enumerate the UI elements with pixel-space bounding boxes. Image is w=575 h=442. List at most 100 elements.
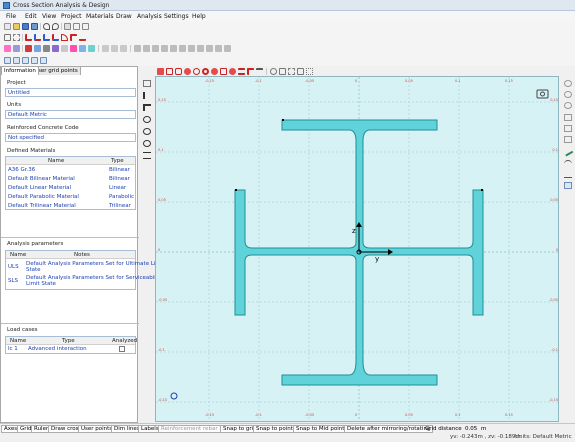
- select-tool-icon[interactable]: [4, 45, 11, 52]
- menu-draw[interactable]: Draw: [116, 13, 132, 20]
- materials-col-type[interactable]: Type: [111, 158, 124, 164]
- line-draw-icon[interactable]: [562, 146, 574, 157]
- analysis-export-icon[interactable]: [31, 57, 38, 64]
- camera-icon[interactable]: [536, 89, 549, 99]
- color-tool-icon[interactable]: [70, 45, 77, 52]
- trim-tool-icon[interactable]: [111, 45, 118, 52]
- report-tool-icon[interactable]: [224, 45, 231, 52]
- snap-to-mid-points-toggle[interactable]: Snap to Mid points: [293, 425, 351, 433]
- loads-col-analyzed[interactable]: Analyzed: [112, 338, 137, 344]
- array-tool-icon[interactable]: [43, 45, 50, 52]
- redo-icon[interactable]: [52, 23, 59, 30]
- camera-icon[interactable]: [536, 89, 549, 99]
- undo-icon[interactable]: [43, 23, 50, 30]
- mirror-tool-icon[interactable]: [88, 45, 95, 52]
- pan-icon[interactable]: [143, 104, 151, 111]
- hole-tool-icon[interactable]: [143, 45, 150, 52]
- mirror-h-icon[interactable]: [564, 114, 572, 121]
- save-icon[interactable]: [22, 23, 29, 30]
- offset-tool-icon[interactable]: [102, 45, 109, 52]
- copy-icon[interactable]: [73, 23, 80, 30]
- scale-tool-icon[interactable]: [61, 45, 68, 52]
- analysis-results-icon[interactable]: [13, 57, 20, 64]
- draw-circle-icon[interactable]: [184, 68, 191, 75]
- draw-box-icon[interactable]: [166, 68, 173, 75]
- draw-rect-icon[interactable]: [157, 68, 164, 75]
- zoom-extents-icon[interactable]: [143, 140, 151, 147]
- new-file-icon[interactable]: [4, 23, 11, 30]
- menu-project[interactable]: Project: [61, 13, 82, 20]
- draw-angle-icon[interactable]: [220, 68, 227, 75]
- align-icon[interactable]: [564, 136, 572, 143]
- line-tool-icon[interactable]: [34, 34, 41, 41]
- grid-toggle-icon[interactable]: [279, 68, 286, 75]
- delete-tool-icon[interactable]: [25, 45, 32, 52]
- extend-tool-icon[interactable]: [120, 45, 127, 52]
- rotate-cw-icon[interactable]: [564, 102, 572, 109]
- draw-disk-icon[interactable]: [211, 68, 218, 75]
- table-row[interactable]: ULS Default Analysis Parameters Set for …: [6, 261, 164, 273]
- rotate-view-icon[interactable]: [564, 80, 572, 87]
- polyline-icon[interactable]: [564, 171, 572, 178]
- save-all-icon[interactable]: [31, 23, 38, 30]
- paste-icon[interactable]: [82, 23, 89, 30]
- user-points-toggle[interactable]: User points: [78, 425, 116, 433]
- code-field[interactable]: Not specified: [5, 133, 136, 142]
- zoom-window-icon[interactable]: [4, 34, 11, 41]
- analysis-run-icon[interactable]: [4, 57, 11, 64]
- corner-tool-icon[interactable]: [70, 34, 77, 41]
- baseline-tool-icon[interactable]: [79, 34, 86, 41]
- library-tool-icon[interactable]: [197, 45, 204, 52]
- snap-to-points-toggle[interactable]: Snap to points: [253, 425, 299, 433]
- tab-information[interactable]: Information: [1, 66, 39, 75]
- arc-tool-icon[interactable]: [61, 34, 68, 41]
- crosshair-icon[interactable]: [143, 152, 151, 159]
- materials-col-name[interactable]: Name: [48, 158, 64, 164]
- analysis-col-name[interactable]: Name: [10, 252, 26, 258]
- loads-col-type[interactable]: Type: [62, 338, 75, 344]
- properties-tool-icon[interactable]: [206, 45, 213, 52]
- draw-ring-icon[interactable]: [193, 68, 200, 75]
- draw-ibeam-icon[interactable]: [238, 68, 245, 75]
- steel-tool-icon[interactable]: [152, 45, 159, 52]
- draw-tee-icon[interactable]: [256, 68, 263, 75]
- grid-distance-value[interactable]: 0.05: [465, 426, 477, 432]
- analyzed-checkbox[interactable]: [119, 346, 125, 352]
- snap-toggle-icon[interactable]: [288, 68, 295, 75]
- draw-round-icon[interactable]: [175, 68, 182, 75]
- axis-tool-icon[interactable]: [43, 34, 50, 41]
- delete-after-mirroring-toggle[interactable]: Delete after mirroring/rotating: [344, 425, 434, 433]
- rotate-tool-icon[interactable]: [79, 45, 86, 52]
- draw-tube-icon[interactable]: [202, 68, 209, 75]
- measure-icon[interactable]: [270, 68, 277, 75]
- node-tool-icon[interactable]: [52, 45, 59, 52]
- menu-edit[interactable]: Edit: [25, 13, 37, 20]
- zoom-out-icon[interactable]: [143, 128, 151, 135]
- menu-help[interactable]: Help: [192, 13, 206, 20]
- menu-materials[interactable]: Materials: [86, 13, 114, 20]
- concrete-tool-icon[interactable]: [161, 45, 168, 52]
- check-tool-icon[interactable]: [215, 45, 222, 52]
- units-field[interactable]: Default Metric: [5, 110, 136, 119]
- arc-draw-icon[interactable]: [564, 160, 572, 167]
- section-drawing[interactable]: -0.15 -0.15 -0.1 -0.1 -0.05 -0.05 0 0 0.05 0.05 0.…: [156, 77, 559, 422]
- project-field[interactable]: Untitled: [5, 88, 136, 97]
- menu-settings[interactable]: Settings: [164, 13, 189, 20]
- camera-icon[interactable]: [540, 91, 545, 97]
- curve-tool-icon[interactable]: [25, 34, 32, 41]
- print-icon[interactable]: [64, 23, 71, 30]
- move-tool-icon[interactable]: [13, 45, 20, 52]
- menu-view[interactable]: View: [42, 13, 56, 20]
- mirror-v-icon[interactable]: [564, 125, 572, 132]
- zoom-in-icon[interactable]: [143, 116, 151, 123]
- fit-view-icon[interactable]: [13, 34, 20, 41]
- panel-divider[interactable]: [1, 237, 139, 238]
- pointer-icon[interactable]: [143, 92, 151, 99]
- drawing-canvas[interactable]: -0.15 -0.15 -0.1 -0.1 -0.05 -0.05 0 0 0.05 0.05 0.…: [155, 76, 559, 422]
- table-row[interactable]: SLS Default Analysis Parameters Set for …: [6, 275, 163, 287]
- open-folder-icon[interactable]: [13, 23, 20, 30]
- analysis-col-notes[interactable]: Notes: [74, 252, 90, 258]
- moment-tool-icon[interactable]: [52, 34, 59, 41]
- expand-view-icon[interactable]: [297, 68, 304, 75]
- rotate-ccw-icon[interactable]: [564, 91, 572, 98]
